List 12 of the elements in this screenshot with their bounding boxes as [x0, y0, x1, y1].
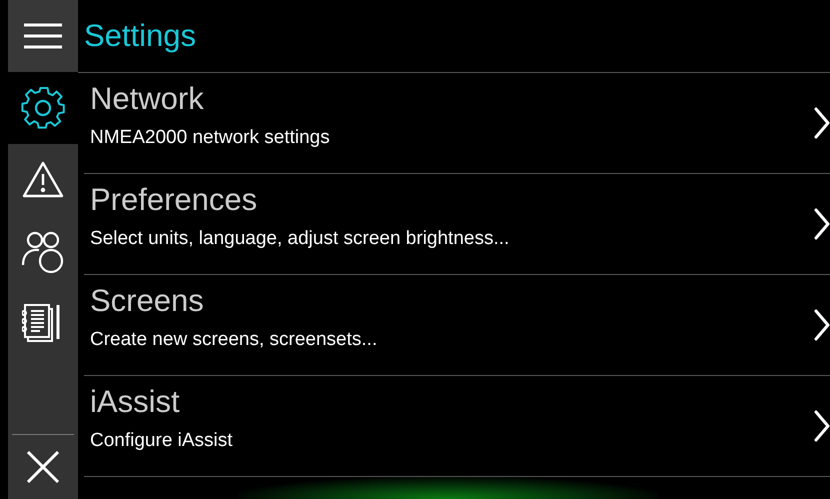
setting-title: Network [90, 81, 205, 117]
page-title: Settings [84, 18, 196, 54]
setting-description: NMEA2000 network settings [90, 127, 331, 149]
settings-row[interactable]: Screens Create new screens, screensets... [84, 275, 830, 376]
settings-row[interactable]: Preferences Select units, language, adjust screen brightness... [84, 174, 830, 275]
settings-row[interactable]: Network NMEA2000 network settings [84, 73, 830, 174]
setting-description: Configure iAssist [90, 430, 234, 452]
setting-description: Select units, language, adjust screen brightness... [90, 228, 510, 250]
setting-title: iAssist [90, 384, 181, 420]
setting-title: Preferences [90, 182, 258, 218]
setting-title: Screens [90, 283, 205, 319]
setting-description: Create new screens, screensets... [90, 329, 378, 351]
